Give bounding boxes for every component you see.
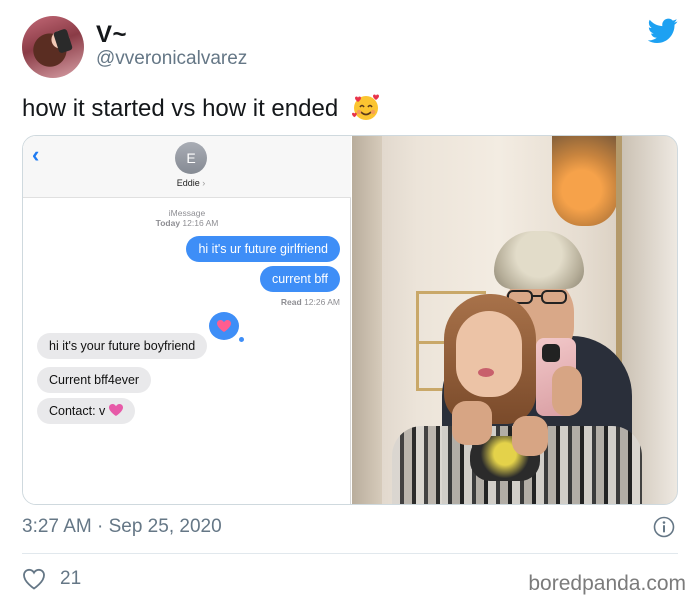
like-count[interactable]: 21 (60, 568, 81, 590)
outgoing-message: current bff (259, 266, 340, 292)
read-label: Read (280, 297, 302, 307)
tweet-text: how it started vs how it ended (22, 92, 381, 123)
read-receipt: Read 12:26 AM (281, 297, 340, 307)
chevron-left-icon: ‹ (32, 142, 40, 167)
incoming-message: Contact: v (37, 398, 135, 424)
message-date-time: 12:16 AM (182, 218, 219, 228)
contact-avatar: E (175, 142, 207, 174)
user-handle[interactable]: @vveronicalvarez (96, 48, 247, 70)
incoming-message: hi it's your future boyfriend (37, 333, 208, 359)
message-date: Today 12:16 AM (23, 218, 351, 228)
info-icon[interactable] (653, 516, 675, 538)
display-name[interactable]: V~ (96, 21, 127, 49)
pink-heart-emoji-icon (108, 404, 123, 416)
watermark: boredpanda.com (528, 572, 686, 595)
tweet-card: V~ @vveronicalvarez how it started vs ho… (0, 0, 700, 607)
contact-name: Eddie › (23, 178, 359, 188)
mirror-selfie-photo (352, 136, 677, 504)
twitter-bird-icon[interactable] (648, 18, 678, 44)
read-time: 12:26 AM (304, 297, 340, 307)
heart-tapback-icon (209, 312, 244, 342)
divider (22, 553, 678, 554)
imessage-screenshot: ‹ E Eddie › iMessage Today 12:16 AM hi i… (23, 136, 351, 504)
contact-name-text: Eddie (176, 178, 200, 188)
tweet-text-content: how it started vs how it ended (22, 95, 339, 122)
chevron-right-icon: › (202, 178, 206, 188)
incoming-message: Current bff4ever (37, 367, 152, 393)
tweet-media[interactable]: ‹ E Eddie › iMessage Today 12:16 AM hi i… (22, 135, 678, 505)
tweet-timestamp[interactable]: 3:27 AM · Sep 25, 2020 (22, 516, 222, 538)
avatar[interactable] (22, 16, 84, 78)
outgoing-message: hi it's ur future girlfriend (186, 236, 340, 262)
smiling-face-with-hearts-emoji-icon (351, 94, 379, 120)
imessage-header: ‹ E Eddie › (23, 136, 351, 198)
service-label: iMessage (168, 208, 206, 218)
incoming-message-text: Contact: v (49, 404, 106, 418)
heart-outline-icon[interactable] (22, 568, 46, 590)
message-date-day: Today (155, 218, 181, 228)
